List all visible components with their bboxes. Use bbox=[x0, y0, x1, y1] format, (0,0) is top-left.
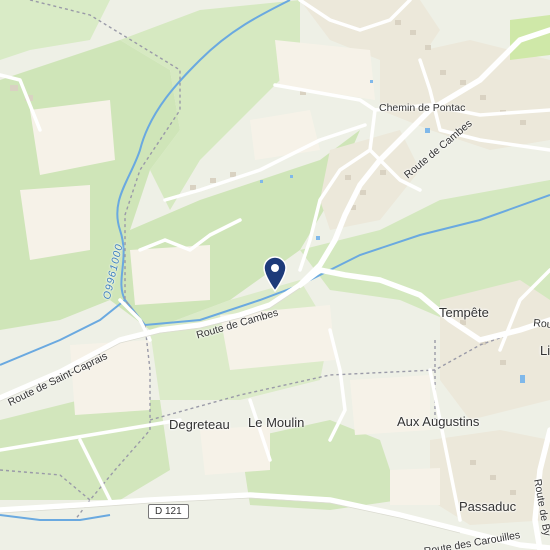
d121-road-shield: D 121 bbox=[148, 504, 189, 519]
map-canvas[interactable]: Tempête Degreteau Le Moulin Aux Augustin… bbox=[0, 0, 550, 550]
place-label-aux-augustins: Aux Augustins bbox=[397, 414, 480, 429]
place-label-le-moulin: Le Moulin bbox=[248, 415, 305, 430]
road-label-chemin-de-pontac: Chemin de Pontac bbox=[379, 102, 466, 114]
place-label-passaduc: Passaduc bbox=[459, 499, 517, 514]
place-label-tempete: Tempête bbox=[439, 305, 489, 320]
place-label-degreteau: Degreteau bbox=[169, 417, 230, 432]
location-pin-icon[interactable] bbox=[262, 256, 288, 292]
place-label-li: Li bbox=[540, 343, 550, 358]
